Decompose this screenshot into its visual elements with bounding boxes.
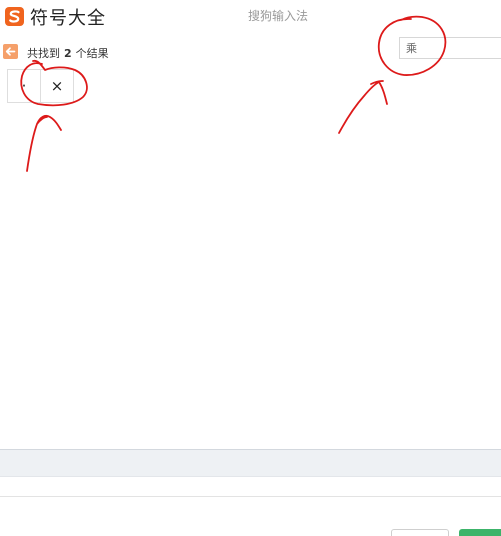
sogou-logo-icon (5, 7, 24, 26)
result-summary: 共找到 2 个结果 (27, 45, 109, 61)
window-subtitle: 搜狗输入法 (248, 9, 309, 23)
symbol-cell-middle-dot[interactable]: · (7, 69, 41, 103)
symbol-grid: · × (7, 69, 74, 103)
symbol-dialog: 符号大全 搜狗输入法 共找到 2个结果 · × (0, 0, 501, 536)
result-count: 2 (64, 47, 72, 60)
symbol-cell-multiply[interactable]: × (40, 69, 74, 103)
status-bar (0, 449, 501, 477)
back-button[interactable] (3, 44, 18, 59)
app-title: 符号大全 (30, 8, 106, 29)
result-prefix: 共找到 (27, 47, 60, 60)
cancel-button[interactable] (391, 529, 449, 536)
confirm-button[interactable] (459, 529, 501, 536)
arrow-to-symbols (26, 114, 62, 172)
result-suffix: 个结果 (75, 47, 109, 60)
search-input[interactable] (399, 37, 501, 59)
footer-divider (0, 496, 501, 497)
arrow-to-search (338, 80, 388, 134)
back-arrow-icon (3, 44, 18, 59)
